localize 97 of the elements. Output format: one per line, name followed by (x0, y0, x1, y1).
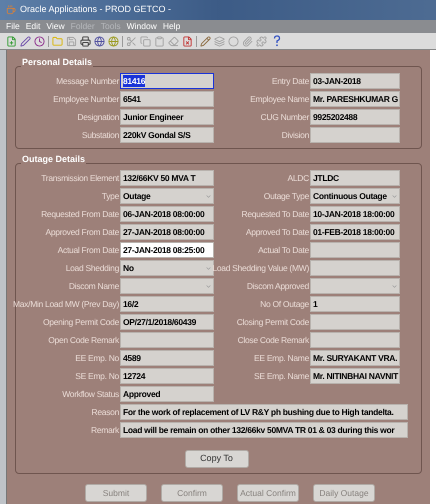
printer-icon[interactable] (80, 36, 91, 46)
input-field[interactable]: 132/66KV 50 MVA T (120, 170, 214, 186)
field-label: EE Emp. No (75, 352, 119, 364)
group-title: Personal Details (21, 58, 94, 67)
field-label: EE Emp. Name (254, 352, 309, 364)
input-field[interactable]: 03-JAN-2018 (310, 73, 400, 89)
help-icon[interactable] (273, 35, 281, 47)
dropdown-icon[interactable] (391, 192, 398, 200)
globe-icon[interactable] (94, 36, 105, 46)
field-label: Workflow Status (62, 388, 119, 400)
input-field[interactable]: 10-JAN-2018 18:00:00 (310, 206, 400, 222)
select-field[interactable] (120, 278, 214, 294)
input-field[interactable]: 01-FEB-2018 18:00:00 (310, 224, 400, 240)
folder-icon[interactable] (52, 36, 63, 46)
field-label: Max/Min Load MW (Prev Day) (12, 298, 119, 310)
input-field[interactable]: 1 (310, 296, 400, 312)
field-label: Requested From Date (41, 208, 119, 220)
layers-icon[interactable] (214, 36, 225, 46)
field-label: Designation (77, 110, 119, 124)
input-field[interactable] (310, 127, 400, 143)
input-field[interactable]: Approved (120, 386, 214, 402)
globe-icon[interactable] (108, 36, 119, 46)
input-field[interactable]: Junior Engineer (120, 109, 214, 125)
pen-icon[interactable] (20, 36, 31, 46)
app-icon (6, 5, 16, 15)
input-field[interactable]: OP/27/1/2018/60439 (120, 314, 214, 330)
input-field[interactable]: 16/2 (120, 296, 214, 312)
input-field[interactable]: 4589 (120, 350, 214, 366)
field-label: Close Code Remark (238, 334, 309, 346)
field-label: Discom Name (68, 280, 119, 292)
field-label: CUG Number (260, 110, 309, 124)
field-label: Actual From Date (58, 244, 119, 256)
input-field[interactable]: 27-JAN-2018 08:25:00 (120, 242, 214, 258)
input-field[interactable]: Mr. SURYAKANT VRA. (310, 350, 400, 366)
dropdown-icon[interactable] (205, 264, 212, 272)
input-field[interactable] (310, 332, 400, 348)
field-label: SE Emp. No (75, 370, 119, 382)
field-label: Entry Date (272, 74, 309, 88)
field-label: Reason (92, 406, 119, 418)
clipboard-icon[interactable] (154, 36, 165, 46)
pencil-icon[interactable] (200, 36, 211, 46)
clock-icon[interactable] (34, 36, 45, 46)
field-label: Approved From Date (46, 226, 119, 238)
input-field[interactable]: Load will be remain on other 132/66kv 50MVA TR 01 & 03 during this wor (120, 422, 408, 438)
input-field[interactable] (310, 314, 400, 330)
field-label: SE Emp. Name (254, 370, 309, 382)
file-delete-icon[interactable] (182, 36, 193, 46)
input-field[interactable]: 6541 (120, 91, 214, 107)
field-label: Division (282, 128, 309, 142)
field-label: Discom Approved (246, 280, 309, 292)
input-field[interactable] (310, 260, 400, 276)
field-label: Message Number (56, 74, 119, 88)
field-label: Remark (91, 424, 119, 436)
field-label: Transmission Element (41, 172, 119, 184)
new-file-icon[interactable] (6, 36, 17, 46)
dropdown-icon[interactable] (205, 282, 212, 290)
field-label: No Of Outage (260, 298, 309, 310)
field-label: ALDC (288, 172, 309, 184)
input-field[interactable] (310, 242, 400, 258)
circle-icon[interactable] (228, 36, 239, 46)
field-label: Load Shedding (66, 262, 119, 274)
input-field[interactable]: Mr. NITINBHAI NAVNIT (310, 368, 400, 384)
copy-to-button[interactable]: Copy To (184, 450, 248, 468)
input-field[interactable]: 27-JAN-2018 08:00:00 (120, 224, 214, 240)
input-field[interactable]: JTLDC (310, 170, 400, 186)
input-field[interactable]: 06-JAN-2018 08:00:00 (120, 206, 214, 222)
field-label: Employee Number (53, 92, 119, 106)
field-label: Actual To Date (258, 244, 309, 256)
input-field[interactable]: 12724 (120, 368, 214, 384)
input-field[interactable]: 9925202488 (310, 109, 400, 125)
field-label: Closing Permit Code (236, 316, 309, 328)
copy-icon[interactable] (140, 36, 151, 46)
input-field[interactable]: Mr. PARESHKUMAR G (310, 91, 400, 107)
field-label: Load Shedding Value (MW) (212, 262, 309, 274)
scissors-icon[interactable] (126, 36, 137, 46)
paperclip-icon[interactable] (242, 36, 253, 46)
field-label: Requested To Date (241, 208, 309, 220)
field-label: Outage Type (264, 190, 309, 202)
field-label: Type (102, 190, 119, 202)
puzzle-icon[interactable] (256, 36, 267, 46)
dropdown-icon[interactable] (205, 192, 212, 200)
select-field[interactable]: No (120, 260, 214, 276)
select-field[interactable]: Continuous Outage (310, 188, 400, 204)
input-field[interactable]: 220kV Gondal S/S (120, 127, 214, 143)
field-label: Employee Name (250, 92, 309, 106)
select-field[interactable] (310, 278, 400, 294)
input-field[interactable]: For the work of replacement of LV R&Y ph bushing due to High tandelta. (120, 404, 408, 420)
field-label: Open Code Remark (48, 334, 119, 346)
field-label: Opening Permit Code (42, 316, 119, 328)
select-field[interactable]: Outage (120, 188, 214, 204)
input-field[interactable] (120, 332, 214, 348)
group-title: Outage Details (21, 155, 86, 164)
field-label: Substation (82, 128, 119, 142)
field-label: Approved To Date (246, 226, 309, 238)
eraser-icon[interactable] (168, 36, 179, 46)
window-title: Oracle Applications - PROD GETCO - (20, 3, 172, 16)
dropdown-icon[interactable] (391, 282, 398, 290)
